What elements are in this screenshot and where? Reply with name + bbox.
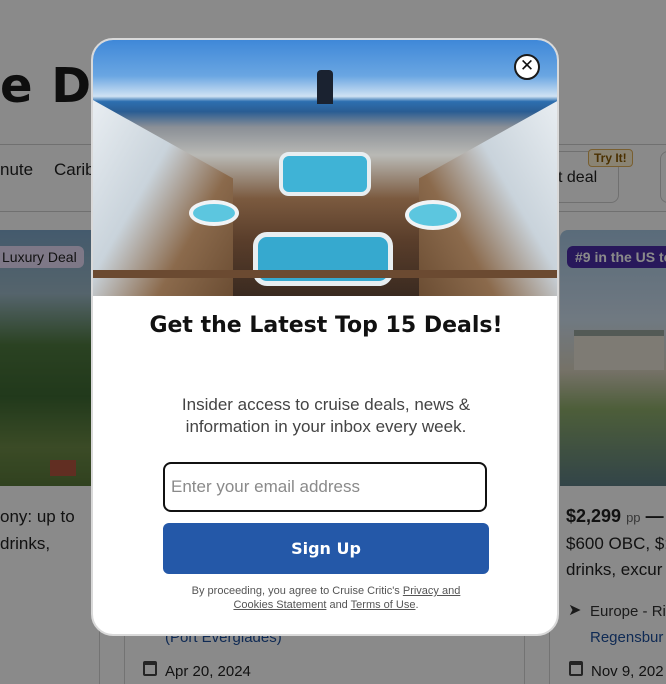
legal-notice: By proceeding, you agree to Cruise Criti… — [177, 584, 475, 612]
ship-deck-right — [419, 100, 557, 296]
deck-railing — [93, 270, 557, 278]
ship-deck-left — [93, 100, 233, 296]
legal-prefix: By proceeding, you agree to Cruise Criti… — [191, 585, 403, 597]
terms-link[interactable]: Terms of Use — [351, 599, 416, 611]
close-icon[interactable]: ✕ — [514, 54, 540, 80]
hot-tub-graphic — [405, 200, 461, 230]
legal-suffix: . — [415, 599, 419, 611]
legal-middle: and — [326, 599, 351, 611]
email-input[interactable] — [163, 462, 487, 512]
hot-tub-graphic — [189, 200, 239, 226]
modal-title: Get the Latest Top 15 Deals! — [149, 313, 503, 338]
sign-up-button[interactable]: Sign Up — [163, 523, 489, 574]
ship-funnel — [317, 70, 333, 104]
newsletter-modal: ✕ Get the Latest Top 15 Deals! Insider a… — [91, 38, 559, 636]
pool-graphic — [279, 152, 371, 196]
modal-subtitle: Insider access to cruise deals, news & i… — [181, 395, 471, 436]
cruise-ship-deck-image — [93, 40, 557, 296]
